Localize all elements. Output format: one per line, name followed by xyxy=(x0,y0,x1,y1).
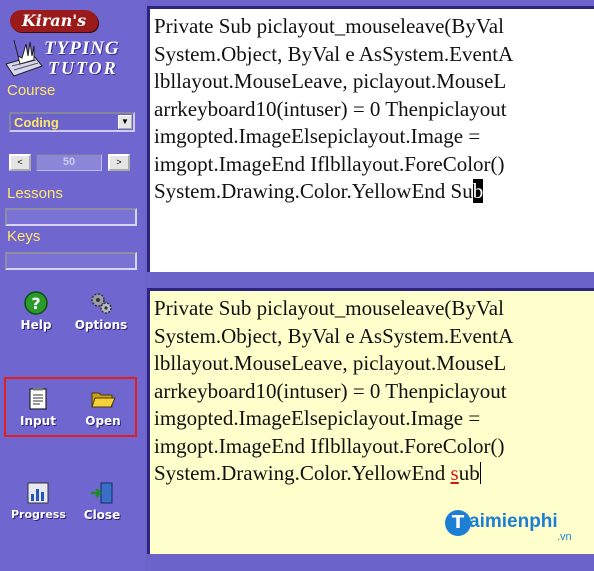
help-label: Help xyxy=(20,318,52,332)
left-panel: Kiran's TYPING TUTOR Course Coding ▼ < 5… xyxy=(0,0,145,571)
watermark-text: aimienphi xyxy=(469,511,558,532)
logo-brand: Kiran's xyxy=(10,10,98,32)
input-button[interactable]: Input xyxy=(11,386,65,434)
help-icon: ? xyxy=(24,291,48,315)
input-label: Input xyxy=(20,414,56,428)
course-dropdown[interactable]: Coding ▼ xyxy=(9,112,135,132)
source-text-pane: Private Sub piclayout_mouseleave(ByVal Sy… xyxy=(147,6,594,272)
open-folder-icon xyxy=(91,392,116,408)
typed-line-tail: ub xyxy=(458,461,480,485)
level-increment-button[interactable]: > xyxy=(108,154,130,171)
document-icon xyxy=(29,387,47,410)
open-button[interactable]: Open xyxy=(76,386,130,434)
source-line: imgopt.ImageEnd Iflbllayout.ForeColor() xyxy=(154,151,505,176)
source-line: lbllayout.MouseLeave, piclayout.MouseL xyxy=(154,69,507,93)
course-selected-value: Coding xyxy=(14,115,59,130)
watermark-domain: .vn xyxy=(557,531,572,543)
options-button[interactable]: Options xyxy=(74,290,128,338)
level-value: 50 xyxy=(36,154,102,171)
logo-typing: TYPING xyxy=(44,38,120,59)
keys-progress-bar xyxy=(5,252,137,270)
source-line: System.Drawing.Color.YellowEnd Sub xyxy=(154,178,513,206)
exit-door-icon xyxy=(91,482,113,504)
typed-line-text: System.Drawing.Color.YellowEnd xyxy=(154,461,451,485)
typed-line: Private Sub piclayout_mouseleave(ByVal xyxy=(154,296,504,320)
progress-button[interactable]: Progress xyxy=(11,480,66,528)
typed-line: imgopt.ImageEnd Iflbllayout.ForeColor() xyxy=(154,433,505,458)
level-decrement-button[interactable]: < xyxy=(9,154,31,171)
close-button[interactable]: Close xyxy=(75,480,129,528)
lessons-label: Lessons xyxy=(7,185,63,202)
source-line: imgopted.ImageElsepiclayout.Image = xyxy=(154,124,481,148)
typed-line: arrkeyboard10(intuser) = 0 Thenpiclayout xyxy=(154,378,507,403)
watermark-logo: T xyxy=(445,510,471,536)
logo-tutor: TUTOR xyxy=(48,58,118,78)
course-label: Course xyxy=(7,82,56,99)
app-logo: Kiran's TYPING TUTOR xyxy=(4,8,142,80)
typing-error-char: s xyxy=(450,461,459,485)
typed-line: imgopted.ImageElsepiclayout.Image = xyxy=(154,406,481,430)
gears-icon xyxy=(91,293,112,314)
options-label: Options xyxy=(74,318,128,332)
keys-label: Keys xyxy=(7,228,41,245)
hand-keyboard-icon xyxy=(5,39,43,77)
source-line-text: System.Drawing.Color.YellowEnd Su xyxy=(154,179,473,203)
source-text: Private Sub piclayout_mouseleave(ByVal Sy… xyxy=(154,13,513,206)
chevron-down-icon[interactable]: ▼ xyxy=(118,115,132,129)
source-line: System.Object, ByVal e AsSystem.EventA xyxy=(154,41,514,66)
typed-line: lbllayout.MouseLeave, piclayout.MouseL xyxy=(154,351,507,375)
close-label: Close xyxy=(83,508,121,522)
bar-chart-icon xyxy=(27,482,49,504)
open-label: Open xyxy=(85,414,121,428)
svg-text:?: ? xyxy=(31,294,40,313)
source-line: Private Sub piclayout_mouseleave(ByVal xyxy=(154,14,504,38)
help-button[interactable]: ? Help xyxy=(9,290,63,338)
progress-label: Progress xyxy=(11,508,66,521)
source-line: arrkeyboard10(intuser) = 0 Thenpiclayout xyxy=(154,96,507,121)
typed-text: Private Sub piclayout_mouseleave(ByVal Sy… xyxy=(154,295,513,488)
typed-line: System.Drawing.Color.YellowEnd sub xyxy=(154,460,513,488)
current-character-cursor: b xyxy=(472,179,484,203)
text-caret xyxy=(479,462,481,484)
watermark: T aimienphi .vn xyxy=(445,508,585,544)
lessons-progress-bar xyxy=(5,208,137,226)
typed-line: System.Object, ByVal e AsSystem.EventA xyxy=(154,323,514,348)
